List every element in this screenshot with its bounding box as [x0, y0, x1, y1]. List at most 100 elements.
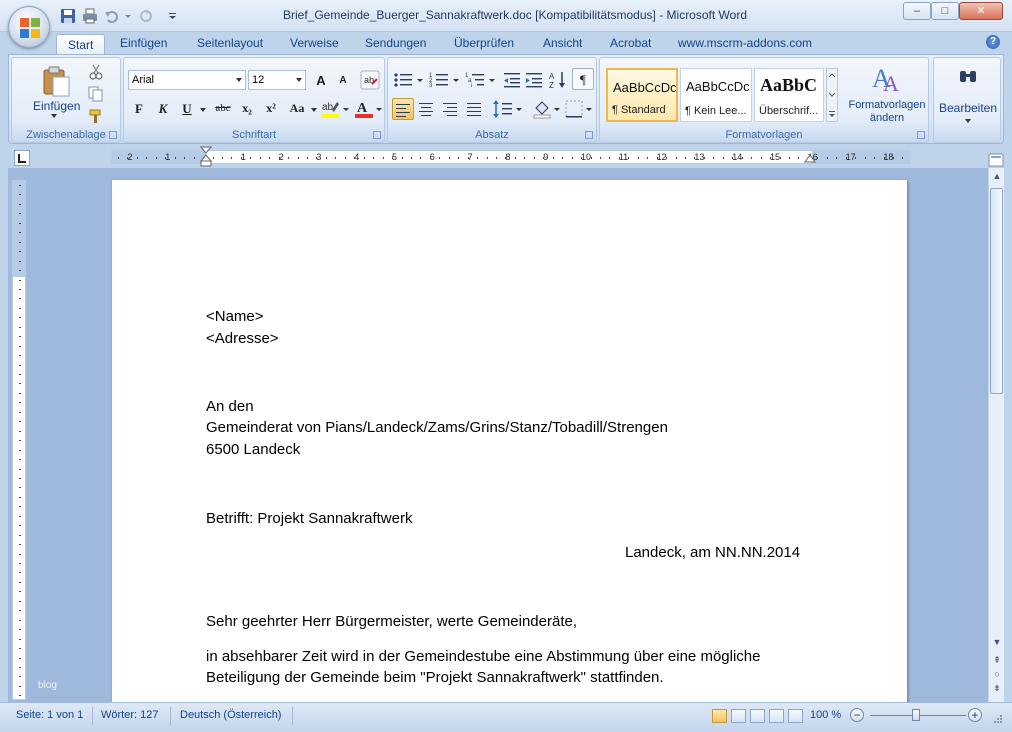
- recipient-line-1[interactable]: An den: [206, 398, 254, 415]
- print-icon[interactable]: [82, 8, 98, 24]
- decrease-indent-icon[interactable]: [502, 70, 522, 90]
- next-page-icon[interactable]: ⇟: [991, 682, 1003, 694]
- tab-references[interactable]: Verweise: [290, 36, 339, 50]
- zoom-slider-thumb[interactable]: [912, 709, 920, 721]
- font-name-combo[interactable]: Arial: [128, 70, 246, 90]
- recipient-line-3[interactable]: 6500 Landeck: [206, 441, 300, 458]
- style-standard[interactable]: AaBbCcDc ¶ Standard: [606, 68, 678, 122]
- zoom-in-icon[interactable]: +: [968, 708, 982, 722]
- redo-icon[interactable]: [138, 8, 154, 24]
- chevron-down-icon[interactable]: [965, 119, 971, 123]
- web-layout-view-icon[interactable]: [750, 709, 765, 723]
- zoom-out-icon[interactable]: −: [850, 708, 864, 722]
- document-page[interactable]: <Name> <Adresse> An den Gemeinderat von …: [112, 180, 907, 702]
- tab-mscrm-addons[interactable]: www.mscrm-addons.com: [678, 36, 812, 50]
- customize-qat-icon[interactable]: [168, 8, 178, 24]
- minimize-button[interactable]: –: [903, 2, 931, 20]
- numbering-icon[interactable]: 123: [428, 70, 462, 90]
- tab-acrobat[interactable]: Acrobat: [610, 36, 651, 50]
- full-screen-reading-icon[interactable]: [731, 709, 746, 723]
- tab-view[interactable]: Ansicht: [543, 36, 582, 50]
- tab-review[interactable]: Überprüfen: [454, 36, 514, 50]
- page-count[interactable]: Seite: 1 von 1: [16, 709, 83, 721]
- styles-launcher-icon[interactable]: [917, 131, 925, 139]
- shrink-font-button[interactable]: A: [332, 70, 354, 92]
- copy-icon[interactable]: [88, 86, 104, 102]
- body-line-1[interactable]: in absehbarer Zeit wird in der Gemeindes…: [206, 648, 760, 665]
- resize-grip-icon[interactable]: [992, 713, 1004, 725]
- undo-icon[interactable]: [104, 8, 120, 24]
- highlight-icon[interactable]: ab: [320, 98, 350, 120]
- word-count[interactable]: Wörter: 127: [101, 709, 158, 721]
- help-icon[interactable]: ?: [986, 35, 1000, 49]
- recipient-line-2[interactable]: Gemeinderat von Pians/Landeck/Zams/Grins…: [206, 419, 668, 436]
- sort-icon[interactable]: AZ: [548, 70, 568, 90]
- cut-icon[interactable]: [88, 64, 104, 80]
- font-launcher-icon[interactable]: [373, 131, 381, 139]
- style-heading1[interactable]: AaBbC Überschrif...: [754, 68, 824, 122]
- chevron-down-icon[interactable]: [236, 78, 242, 82]
- sender-address-placeholder[interactable]: <Adresse>: [206, 330, 279, 347]
- change-styles-button[interactable]: AA Formatvorlagen ändern: [844, 60, 928, 126]
- chevron-up-icon[interactable]: [827, 69, 837, 121]
- borders-icon[interactable]: [564, 98, 594, 120]
- view-ruler-icon[interactable]: [988, 152, 1004, 168]
- browse-object-icon[interactable]: ○: [991, 668, 1003, 680]
- maximize-button[interactable]: □: [931, 2, 959, 20]
- superscript-button[interactable]: x²: [260, 98, 282, 120]
- close-button[interactable]: ✕: [959, 2, 1003, 20]
- line-spacing-icon[interactable]: [492, 98, 524, 120]
- chevron-down-icon[interactable]: [296, 78, 302, 82]
- italic-button[interactable]: K: [152, 98, 174, 120]
- styles-scroll[interactable]: [826, 68, 838, 122]
- print-layout-view-icon[interactable]: [712, 709, 727, 723]
- align-left-button[interactable]: [392, 98, 414, 120]
- scroll-down-icon[interactable]: ▼: [991, 636, 1003, 648]
- bullets-icon[interactable]: [392, 70, 426, 90]
- right-indent-marker-icon[interactable]: [804, 152, 816, 164]
- tab-selector[interactable]: [14, 150, 30, 166]
- shading-icon[interactable]: [532, 98, 562, 120]
- bold-button[interactable]: F: [128, 98, 150, 120]
- increase-indent-icon[interactable]: [524, 70, 544, 90]
- scroll-thumb[interactable]: [990, 188, 1003, 394]
- date-line[interactable]: Landeck, am NN.NN.2014: [625, 544, 800, 561]
- tab-page-layout[interactable]: Seitenlayout: [197, 36, 263, 50]
- office-button[interactable]: [8, 6, 50, 48]
- clipboard-launcher-icon[interactable]: [109, 131, 117, 139]
- underline-button[interactable]: U: [176, 98, 198, 120]
- undo-dropdown-icon[interactable]: [124, 8, 132, 24]
- grow-font-button[interactable]: A: [310, 70, 332, 92]
- clear-formatting-icon[interactable]: ab: [360, 70, 380, 90]
- strikethrough-button[interactable]: abc: [210, 98, 236, 120]
- editing-button[interactable]: Bearbeiten: [936, 60, 998, 126]
- indent-marker-icon[interactable]: [200, 146, 212, 168]
- change-case-button[interactable]: Aa: [284, 98, 310, 120]
- vertical-ruler[interactable]: [12, 180, 26, 700]
- language-indicator[interactable]: Deutsch (Österreich): [180, 709, 281, 721]
- sender-name-placeholder[interactable]: <Name>: [206, 308, 264, 325]
- previous-page-icon[interactable]: ⇞: [991, 654, 1003, 666]
- vertical-scrollbar[interactable]: ▲ ▼ ⇞ ○ ⇟: [988, 168, 1004, 702]
- scroll-up-icon[interactable]: ▲: [991, 170, 1003, 182]
- underline-dropdown-icon[interactable]: [200, 108, 206, 112]
- paste-dropdown-icon[interactable]: [51, 114, 57, 118]
- zoom-level[interactable]: 100 %: [810, 709, 841, 721]
- tab-start[interactable]: Start: [56, 34, 106, 56]
- font-color-icon[interactable]: A: [354, 98, 384, 120]
- justify-button[interactable]: [464, 98, 486, 120]
- paste-button[interactable]: Einfügen: [20, 60, 90, 118]
- multilevel-list-icon[interactable]: 1ai: [464, 70, 498, 90]
- show-formatting-button[interactable]: ¶: [572, 68, 594, 90]
- subscript-button[interactable]: x₂: [236, 98, 258, 120]
- outline-view-icon[interactable]: [769, 709, 784, 723]
- body-line-2[interactable]: Beteiligung der Gemeinde beim "Projekt S…: [206, 669, 664, 686]
- horizontal-ruler[interactable]: 2 1 1 2 3 4 5 6 7 8 9 10 11 12 13 14 15 16 17 18: [111, 150, 911, 164]
- style-no-spacing[interactable]: AaBbCcDc ¶ Kein Lee...: [680, 68, 752, 122]
- paragraph-launcher-icon[interactable]: [585, 131, 593, 139]
- subject-line[interactable]: Betrifft: Projekt Sannakraftwerk: [206, 510, 412, 527]
- align-right-button[interactable]: [440, 98, 462, 120]
- tab-insert[interactable]: Einfügen: [120, 36, 167, 50]
- font-size-combo[interactable]: 12: [248, 70, 306, 90]
- salutation-line[interactable]: Sehr geehrter Herr Bürgermeister, werte …: [206, 613, 577, 630]
